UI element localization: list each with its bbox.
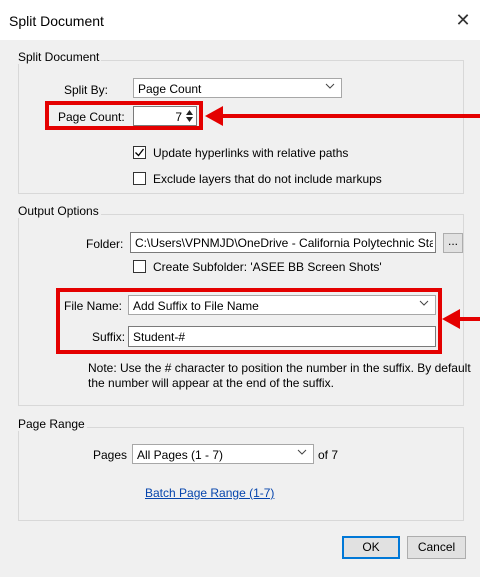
ok-button[interactable]: OK [342, 536, 400, 559]
pages-dropdown[interactable]: All Pages (1 - 7) [132, 444, 314, 464]
close-icon[interactable]: ✕ [452, 9, 474, 31]
page-count-highlight [45, 101, 203, 130]
split-by-dropdown[interactable]: Page Count [133, 78, 342, 98]
ok-label: OK [362, 540, 380, 554]
cancel-label: Cancel [417, 540, 456, 554]
pages-label: Pages [93, 448, 128, 462]
output-options-group-title: Output Options [18, 204, 101, 218]
folder-field[interactable]: C:\Users\VPNMJD\OneDrive - California Po… [130, 232, 436, 253]
create-subfolder-label[interactable]: Create Subfolder: 'ASEE BB Screen Shots' [153, 260, 382, 274]
browse-folder-button[interactable]: ... [443, 233, 463, 253]
arrow-left-icon [442, 309, 480, 329]
folder-value: C:\Users\VPNMJD\OneDrive - California Po… [135, 236, 433, 250]
checkmark-icon [135, 148, 145, 157]
exclude-layers-checkbox[interactable] [133, 172, 146, 185]
dialog-title: Split Document [9, 13, 104, 29]
page-total-text: of 7 [318, 448, 339, 462]
split-by-value: Page Count [138, 82, 202, 96]
pages-value: All Pages (1 - 7) [137, 448, 224, 462]
update-hyperlinks-checkbox[interactable] [133, 146, 146, 159]
create-subfolder-checkbox[interactable] [133, 260, 146, 273]
file-name-suffix-highlight [56, 288, 442, 354]
folder-label: Folder: [86, 237, 124, 251]
split-document-group-title: Split Document [18, 50, 102, 64]
page-range-group-title: Page Range [18, 417, 87, 431]
suffix-note-line-1: Note: Use the # character to position th… [88, 361, 471, 375]
chevron-down-icon [297, 449, 307, 455]
chevron-down-icon [325, 83, 335, 89]
title-bar: Split Document ✕ [0, 0, 480, 40]
batch-page-range-link[interactable]: Batch Page Range (1-7) [145, 486, 274, 500]
cancel-button[interactable]: Cancel [407, 536, 466, 559]
split-by-label: Split By: [64, 83, 109, 97]
exclude-layers-label[interactable]: Exclude layers that do not include marku… [153, 172, 382, 186]
arrow-left-icon [205, 106, 480, 126]
split-document-dialog: Split Document ✕ Split Document Split By… [0, 0, 480, 577]
suffix-note-line-2: the number will appear at the end of the… [88, 376, 334, 390]
browse-label: ... [447, 234, 458, 248]
page-range-group: Page Range [18, 417, 464, 521]
update-hyperlinks-label[interactable]: Update hyperlinks with relative paths [153, 146, 348, 160]
